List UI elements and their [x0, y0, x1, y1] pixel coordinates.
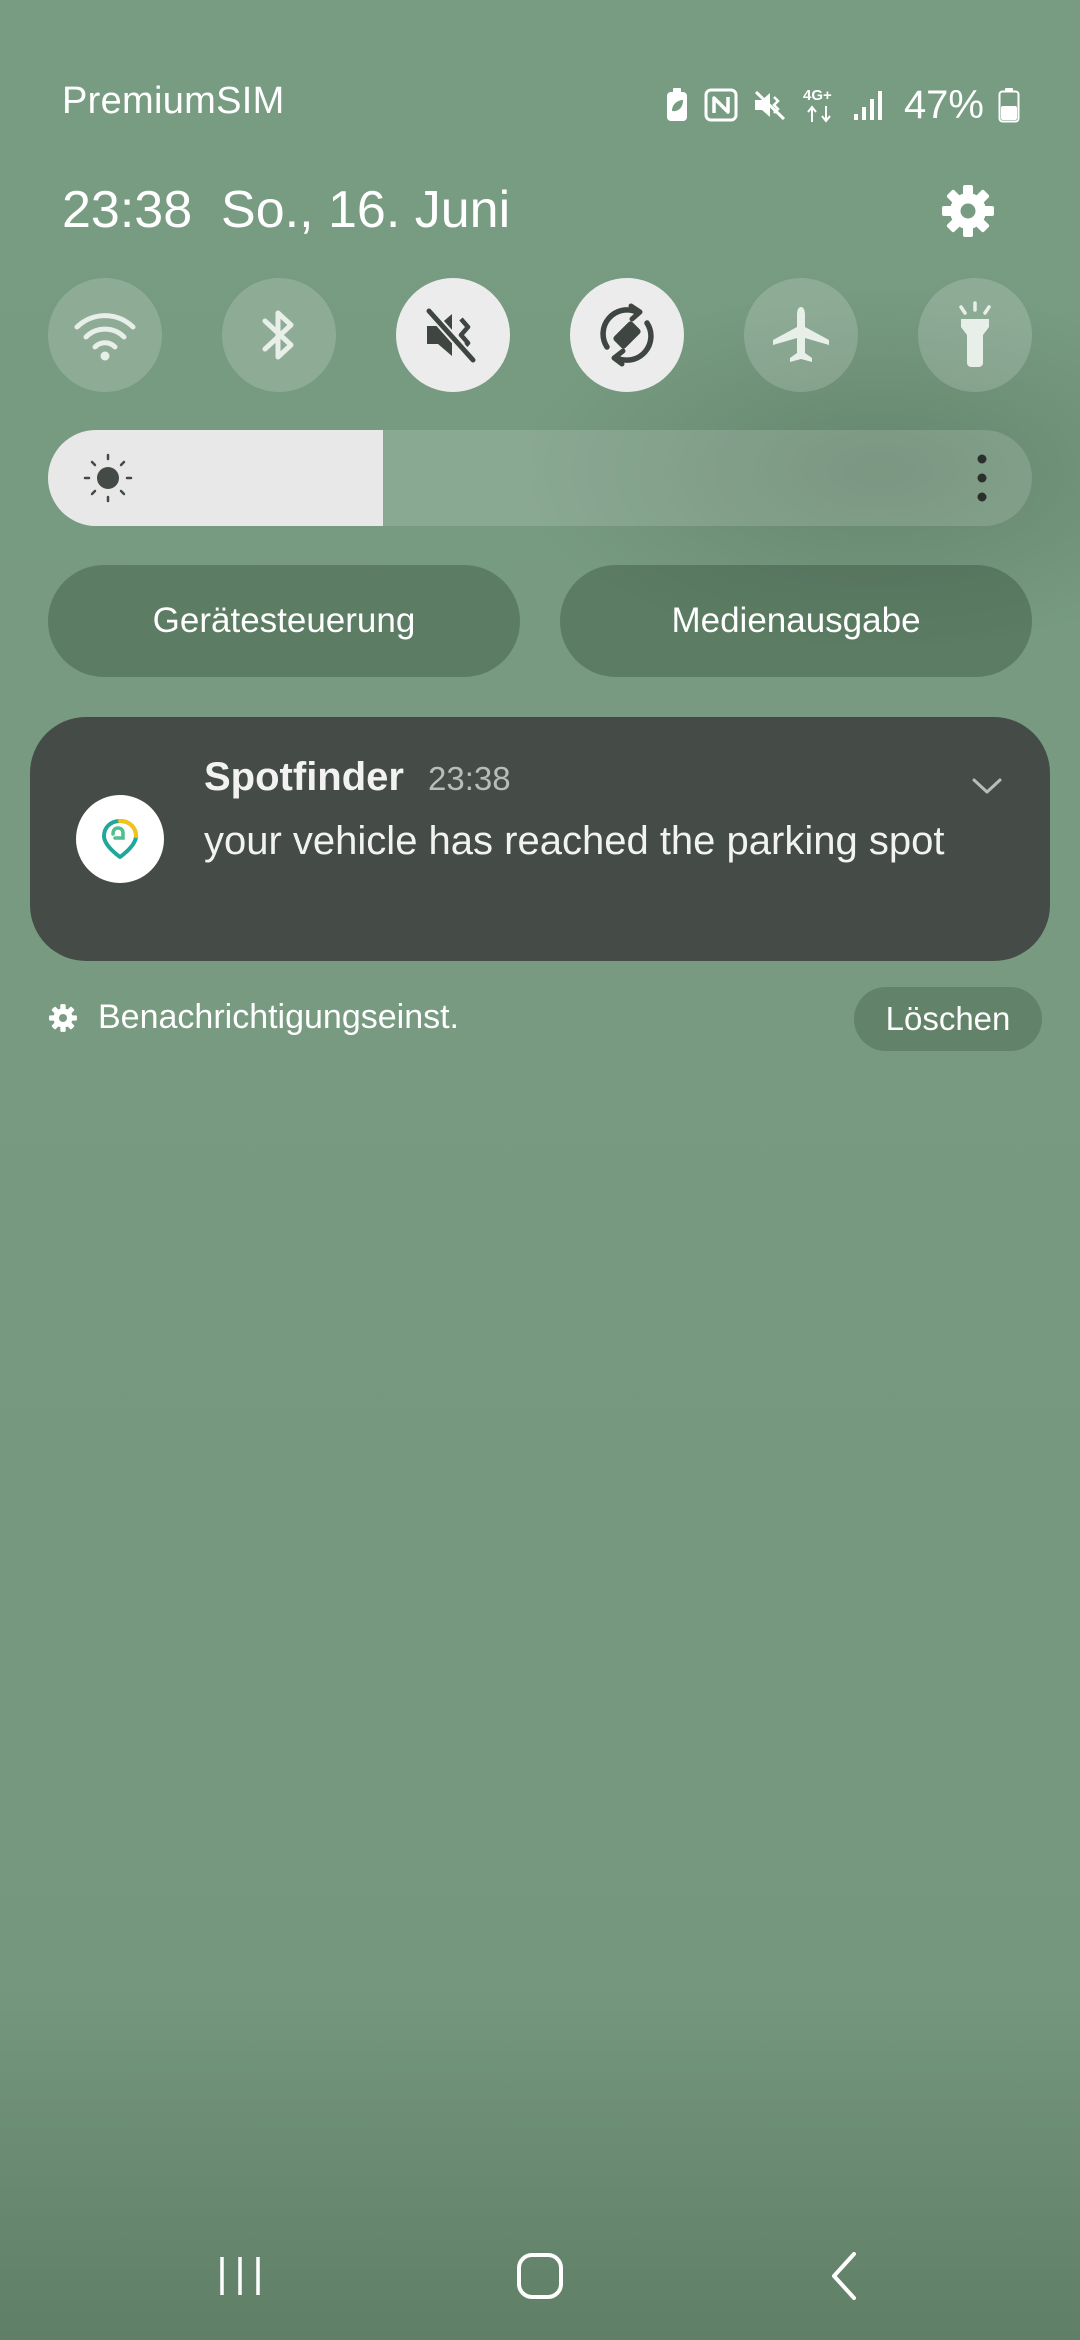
rotate-icon — [600, 303, 654, 367]
notification-time: 23:38 — [427, 760, 511, 797]
chevron-down-icon[interactable] — [970, 769, 1004, 803]
back-icon — [832, 2252, 856, 2300]
wifi-icon — [74, 313, 136, 361]
mute-icon — [754, 90, 785, 121]
clock-time: 23:38 — [62, 181, 193, 239]
more-vertical-icon[interactable] — [972, 452, 992, 504]
sun-icon — [83, 453, 133, 503]
spotfinder-app-icon — [76, 795, 164, 883]
flashlight-icon — [959, 301, 991, 367]
gear-icon — [49, 1003, 77, 1032]
toggle-wifi[interactable] — [48, 278, 162, 392]
network-type-label: 4G+ — [803, 87, 832, 104]
recents-button[interactable] — [180, 2220, 300, 2332]
clear-notifications-button[interactable]: Löschen — [854, 987, 1042, 1051]
network-4g-icon: 4G+ — [803, 87, 832, 123]
quick-toggles — [48, 278, 1032, 392]
status-bar: PremiumSIM 4G+ 47% — [0, 0, 1080, 210]
mute-icon — [425, 307, 477, 364]
nfc-icon — [704, 88, 738, 122]
bluetooth-icon — [262, 310, 294, 360]
battery-percent: 47% — [903, 82, 984, 127]
notification-app-name: Spotfinder — [204, 755, 404, 799]
clock-date: So., 16. Juni — [221, 181, 511, 239]
toggle-airplane-mode[interactable] — [744, 278, 858, 392]
status-icons: 4G+ 47% — [664, 82, 1020, 128]
home-button[interactable] — [480, 2220, 600, 2332]
carrier-name: PremiumSIM — [62, 80, 285, 122]
battery-icon — [998, 88, 1020, 123]
device-control-button[interactable]: Gerätesteuerung — [48, 565, 520, 677]
notification-card[interactable]: Spotfinder 23:38 your vehicle has reache… — [30, 717, 1050, 961]
media-output-button[interactable]: Medienausgabe — [560, 565, 1032, 677]
notification-message: your vehicle has reached the parking spo… — [204, 819, 945, 863]
signal-icon — [853, 91, 882, 120]
toggle-flashlight[interactable] — [918, 278, 1032, 392]
date-time-row: 23:38 So., 16. Juni — [62, 180, 510, 240]
toggle-auto-rotate[interactable] — [570, 278, 684, 392]
battery-saver-icon — [666, 88, 687, 121]
home-icon — [517, 2253, 563, 2299]
airplane-icon — [773, 307, 829, 362]
notification-settings-label: Benachrichtigungseinst. — [98, 998, 460, 1036]
notification-header: Spotfinder 23:38 — [204, 755, 511, 800]
settings-button[interactable] — [940, 183, 996, 239]
gear-icon — [942, 185, 994, 237]
recents-icon — [220, 2257, 260, 2295]
brightness-slider[interactable] — [48, 430, 1032, 526]
toggle-sound[interactable] — [396, 278, 510, 392]
notification-settings-link[interactable]: Benachrichtigungseinst. — [48, 998, 459, 1037]
toggle-bluetooth[interactable] — [222, 278, 336, 392]
navigation-bar — [0, 2220, 1080, 2340]
back-button[interactable] — [784, 2220, 904, 2332]
